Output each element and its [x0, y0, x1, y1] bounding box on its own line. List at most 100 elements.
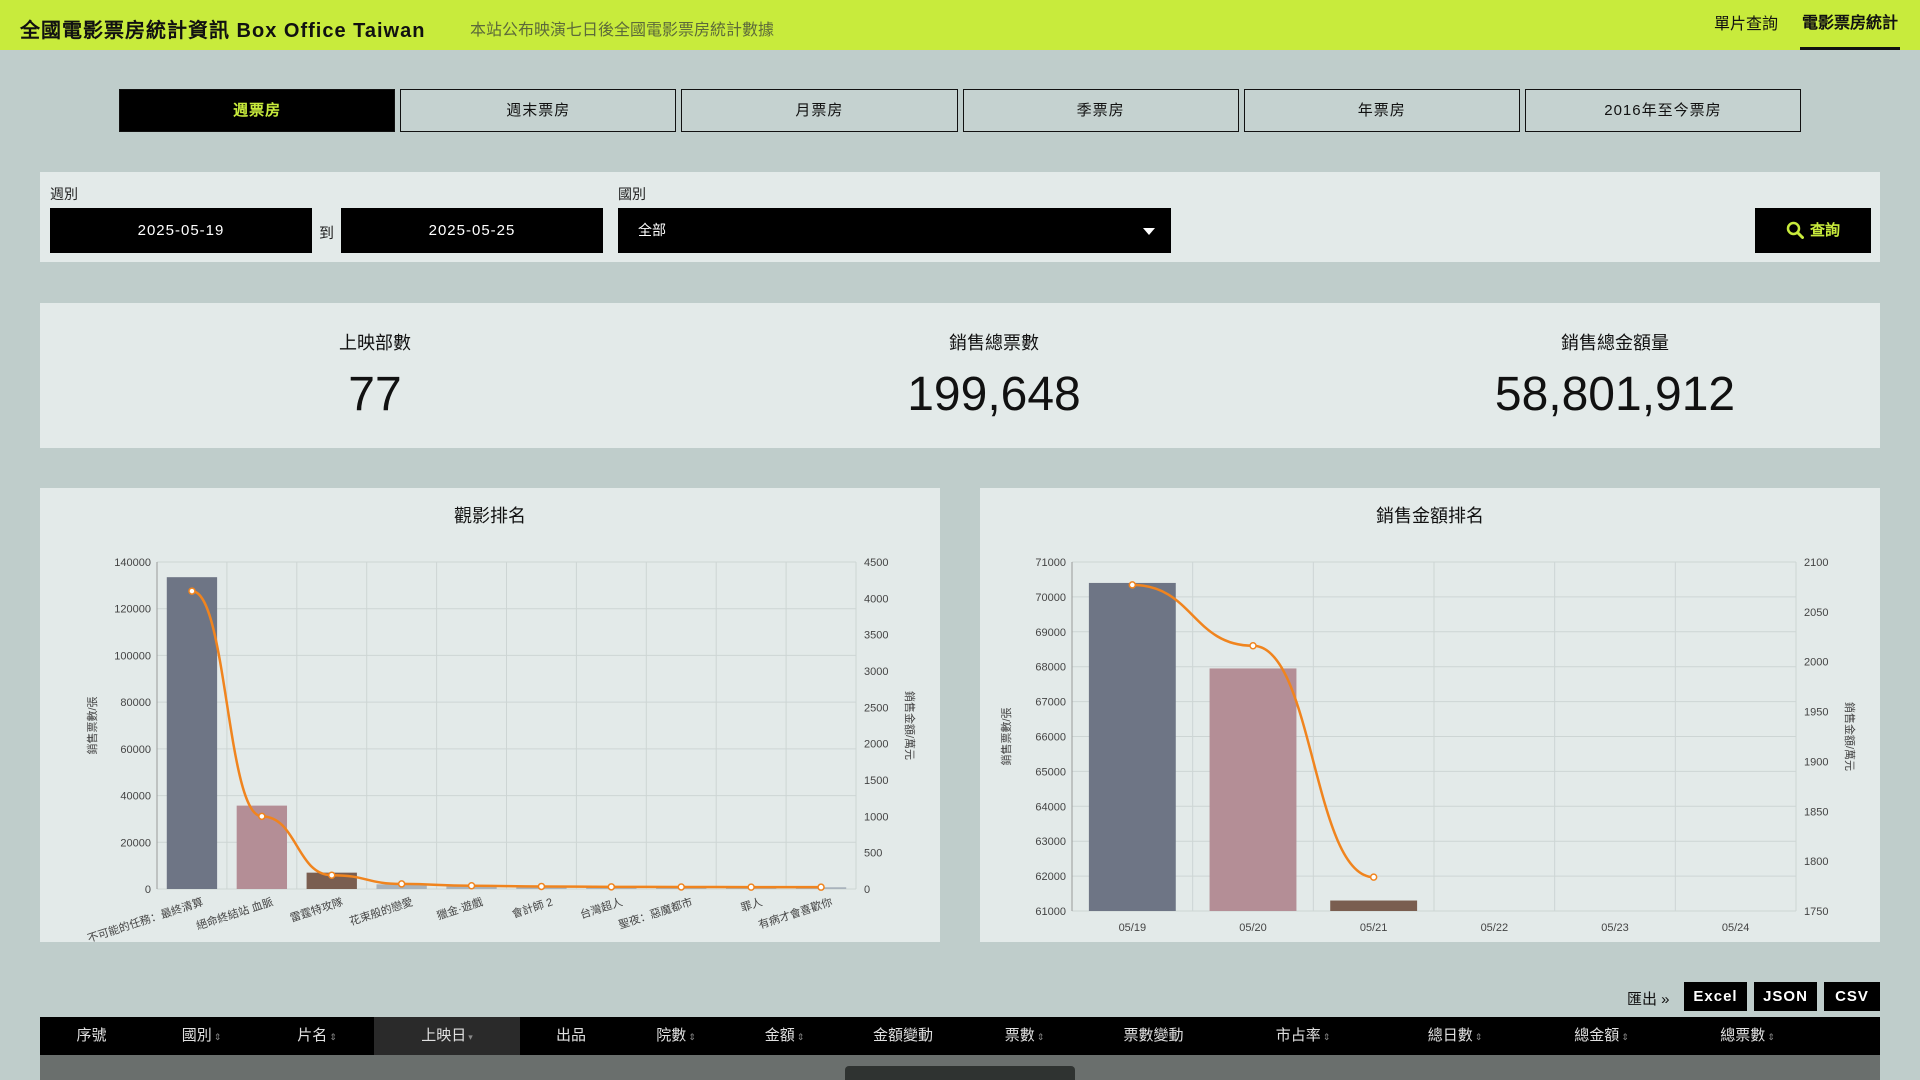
y-right-tick-label: 1000	[864, 811, 888, 823]
stat-tickets: 銷售總票數 199,648	[774, 303, 1214, 422]
bar	[1088, 582, 1176, 911]
x-tick-label: 有病才會喜歡你	[756, 895, 834, 932]
line-point	[397, 880, 406, 888]
end-date-input[interactable]: 2025-05-25	[341, 208, 603, 253]
y-left-tick-label: 65000	[1035, 766, 1066, 778]
y-left-tick-label: 100000	[114, 650, 151, 662]
films-value: 77	[348, 368, 402, 421]
column-header[interactable]: 上映日 ▾	[374, 1017, 520, 1055]
column-header[interactable]: 市占率 ⇕	[1225, 1017, 1381, 1055]
tab-quarterly[interactable]: 季票房	[962, 89, 1239, 132]
y-right-tick-label: 2000	[1804, 657, 1828, 669]
y-left-tick-label: 66000	[1035, 732, 1066, 744]
y-left-tick-label: 40000	[120, 791, 151, 803]
column-header-label: 總日數	[1427, 1027, 1473, 1044]
period-tabs: 週票房 週末票房 月票房 季票房 年票房 2016年至今票房	[119, 89, 1802, 132]
column-header[interactable]: 國別 ⇕	[143, 1017, 260, 1055]
column-header-label: 票數	[1004, 1027, 1035, 1044]
column-header-label: 金額變動	[872, 1027, 933, 1044]
y-left-tick-label: 0	[145, 884, 151, 896]
column-header[interactable]: 序號	[40, 1017, 143, 1055]
scroll-handle[interactable]	[845, 1066, 1075, 1080]
tab-weekend[interactable]: 週末票房	[400, 89, 677, 132]
stat-amount: 銷售總金額量 58,801,912	[1375, 303, 1855, 422]
box-office-table-header: 序號 國別 ⇕ 片名 ⇕ 上映日 ▾ 出品 院數 ⇕ 金額 ⇕ 金額變動 票數 ⇕ 票數變動 市占率 ⇕ 總日數 ⇕ 總…	[40, 1017, 1880, 1055]
line-point	[467, 881, 476, 890]
country-select-value: 全部	[638, 222, 666, 238]
y-right-axis-title: 銷售金額/萬元	[903, 691, 917, 760]
export-csv-button[interactable]: CSV	[1824, 982, 1880, 1011]
column-header[interactable]: 金額變動	[839, 1017, 967, 1055]
search-icon	[1786, 221, 1804, 239]
x-tick-label: 05/19	[1119, 922, 1147, 934]
search-button[interactable]: 查詢	[1755, 208, 1871, 253]
y-left-tick-label: 120000	[114, 604, 151, 616]
column-header[interactable]: 總日數 ⇕	[1381, 1017, 1529, 1055]
summary-stats: 上映部數 77 銷售總票數 199,648 銷售總金額量 58,801,912	[40, 303, 1880, 448]
line-point	[1249, 642, 1257, 650]
bar	[166, 577, 218, 889]
export-excel-button[interactable]: Excel	[1684, 982, 1747, 1011]
column-header[interactable]: 票數 ⇕	[967, 1017, 1082, 1055]
column-header-label: 總票數	[1720, 1027, 1766, 1044]
y-left-axis-title: 銷售票數/張	[999, 707, 1013, 765]
sort-icon: ⇕	[1474, 1032, 1483, 1042]
column-header[interactable]: 出品	[520, 1017, 622, 1055]
column-header-label: 出品	[555, 1027, 586, 1044]
column-header-label: 序號	[76, 1027, 107, 1044]
column-header-label: 院數	[656, 1027, 687, 1044]
x-tick-label: 獵金·遊戲	[435, 895, 485, 923]
column-header[interactable]: 總票數 ⇕	[1674, 1017, 1821, 1055]
x-tick-label: 聖夜：惡魔都市	[617, 895, 695, 932]
attendance-ranking-chart: 觀影排名 0 20000 40000 60000 80000 100000 120000 14…	[40, 488, 940, 942]
y-right-tick-label: 1750	[1804, 906, 1828, 918]
x-tick-label: 花束般的戀愛	[347, 895, 414, 929]
y-right-tick-label: 2100	[1804, 557, 1828, 569]
export-json-button[interactable]: JSON	[1754, 982, 1817, 1011]
column-header[interactable]: 院數 ⇕	[622, 1017, 730, 1055]
y-left-tick-label: 20000	[120, 837, 151, 849]
y-right-tick-label: 1900	[1804, 756, 1828, 768]
y-right-tick-label: 1950	[1804, 707, 1828, 719]
sort-icon: ⇕	[213, 1032, 222, 1042]
tab-weekly[interactable]: 週票房	[119, 89, 396, 132]
site-subtitle: 本站公布映演七日後全國電影票房統計數據	[470, 22, 775, 39]
y-left-tick-label: 60000	[120, 744, 151, 756]
country-select[interactable]: 全部	[618, 208, 1171, 253]
column-header-label: 市占率	[1275, 1027, 1321, 1044]
y-right-tick-label: 2500	[864, 702, 888, 714]
x-tick-label: 不可能的任務：最終清算	[85, 895, 204, 942]
column-header[interactable]: 金額 ⇕	[730, 1017, 839, 1055]
column-header-label: 片名	[297, 1027, 328, 1044]
y-right-axis-title: 銷售金額/萬元	[1843, 702, 1857, 771]
amount-value: 58,801,912	[1494, 368, 1736, 421]
start-date-input[interactable]: 2025-05-19	[50, 208, 312, 253]
tab-since-2016[interactable]: 2016年至今票房	[1524, 89, 1802, 132]
site-title[interactable]: 全國電影票房統計資訊 Box Office Taiwan	[20, 14, 425, 43]
y-right-tick-label: 2000	[864, 739, 888, 751]
stat-films: 上映部數 77	[195, 303, 555, 422]
amount-label: 銷售總金額量	[1561, 333, 1669, 353]
line-point	[1369, 873, 1378, 881]
column-header-label: 票數變動	[1123, 1027, 1184, 1044]
y-left-tick-label: 69000	[1035, 627, 1066, 639]
tab-yearly[interactable]: 年票房	[1243, 89, 1520, 132]
bar	[1209, 668, 1297, 911]
y-right-tick-label: 500	[864, 848, 882, 860]
nav-single-film[interactable]: 單片查詢	[1712, 0, 1780, 50]
y-left-tick-label: 71000	[1035, 557, 1066, 569]
column-header[interactable]: 票數變動	[1082, 1017, 1225, 1055]
nav-box-office-stats[interactable]: 電影票房統計	[1799, 0, 1900, 50]
line-point	[747, 883, 755, 891]
sort-icon: ⇕	[1036, 1032, 1045, 1042]
line-point	[537, 882, 546, 891]
column-header[interactable]: 片名 ⇕	[260, 1017, 374, 1055]
y-left-tick-label: 62000	[1035, 871, 1066, 883]
line-point	[258, 812, 266, 821]
column-header[interactable]: 總金額 ⇕	[1529, 1017, 1674, 1055]
sort-icon: ▾	[468, 1032, 473, 1042]
attendance-chart-svg: 0 20000 40000 60000 80000 100000 120000 140000 0…	[85, 557, 917, 942]
y-left-tick-label: 61000	[1035, 906, 1066, 918]
tab-monthly[interactable]: 月票房	[681, 89, 958, 132]
y-left-axis-title: 銷售票數/張	[85, 696, 99, 754]
